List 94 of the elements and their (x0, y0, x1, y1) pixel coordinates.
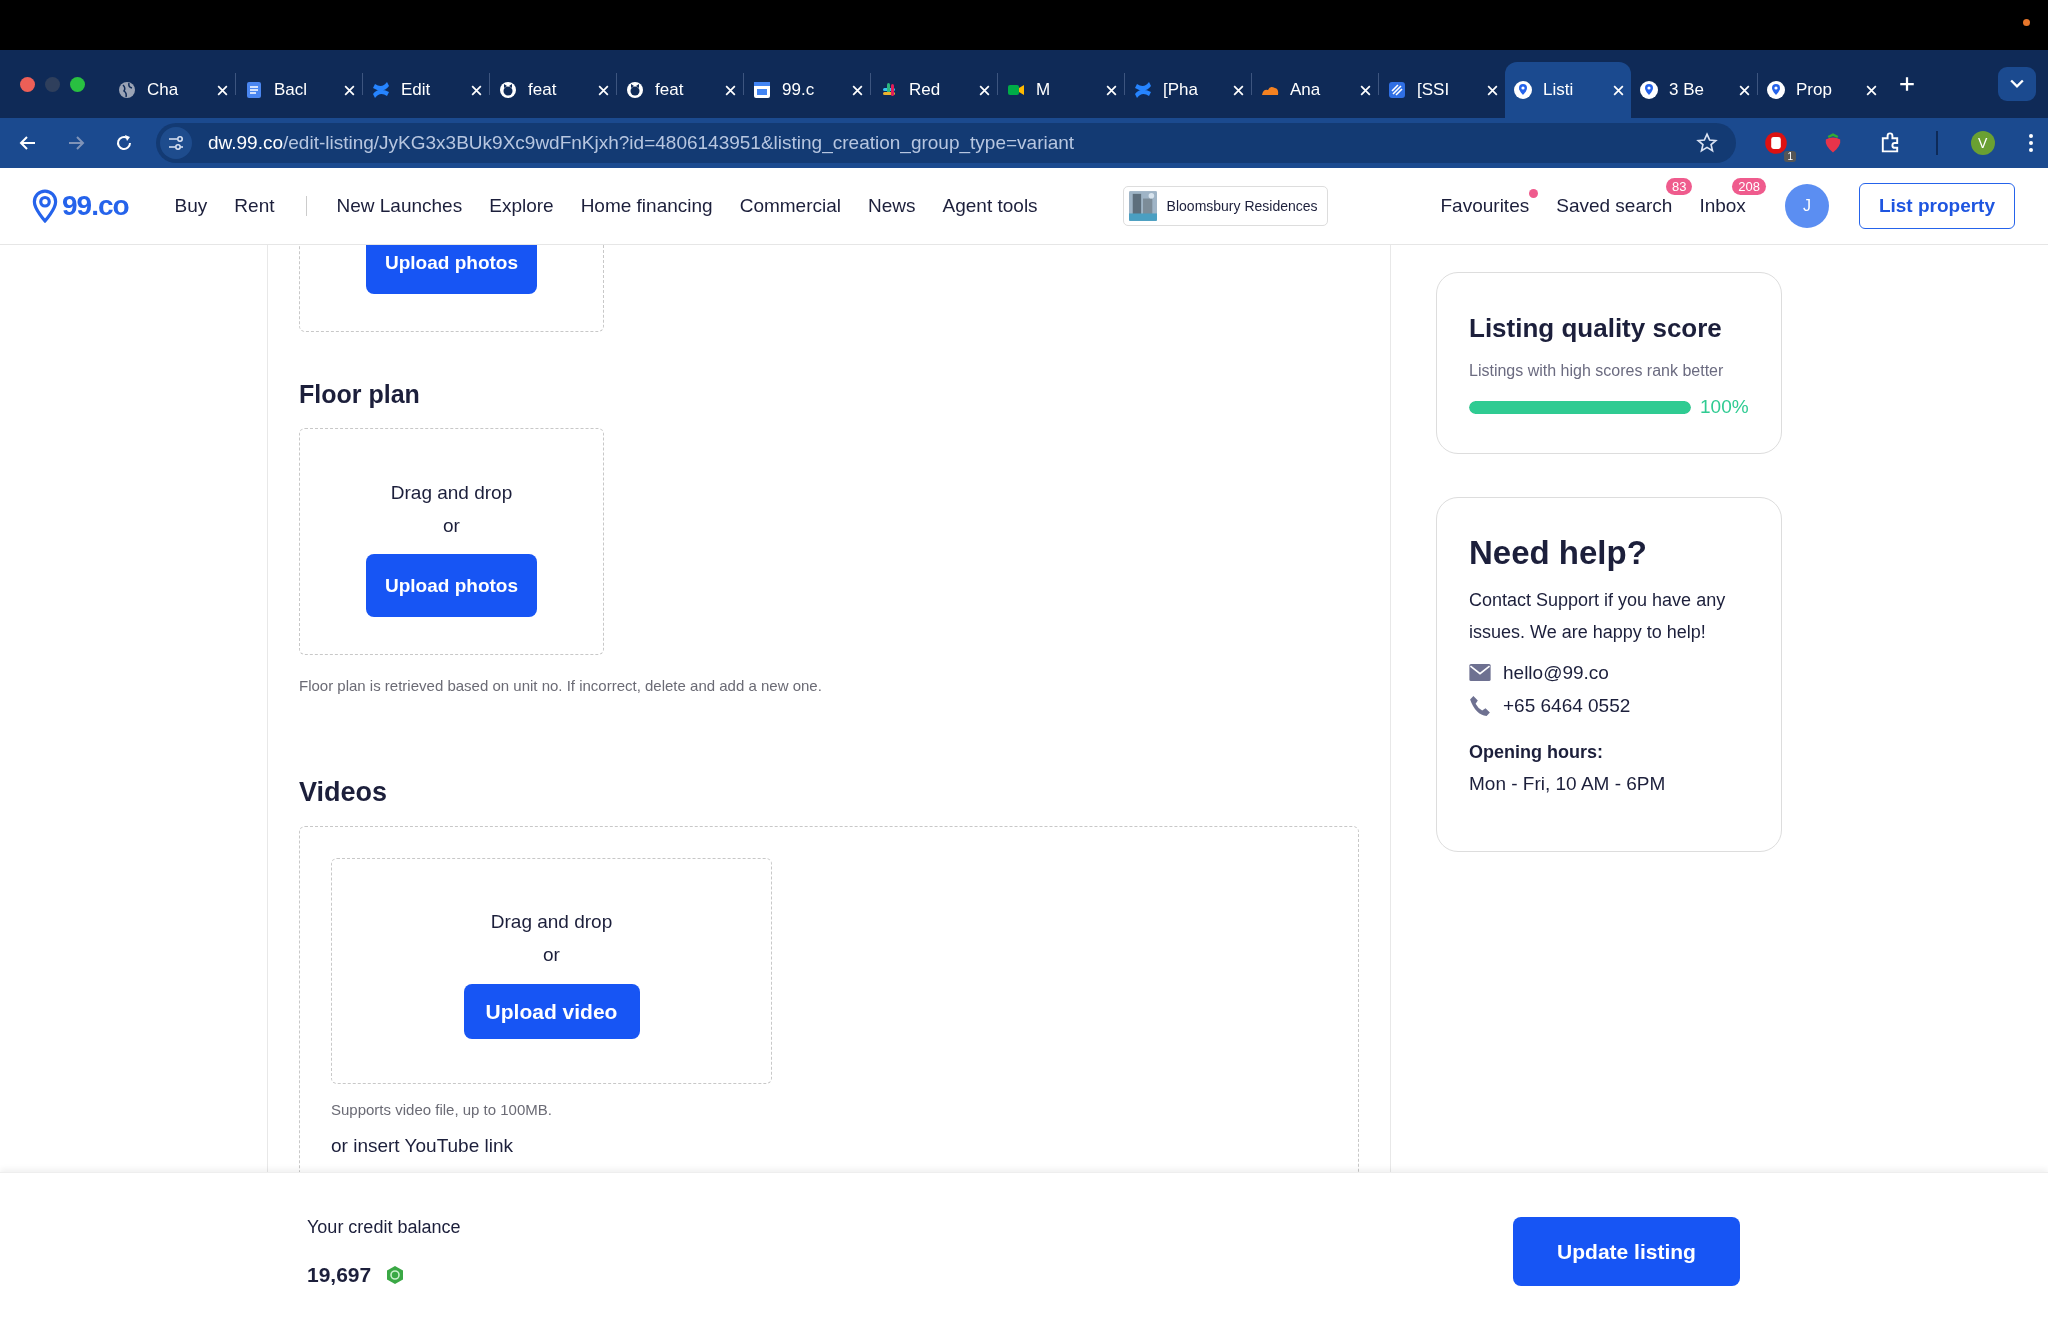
close-icon[interactable] (343, 83, 356, 97)
calendar-icon (752, 80, 772, 100)
close-icon[interactable] (470, 83, 483, 97)
close-icon[interactable] (597, 83, 610, 97)
chevron-down-icon (2010, 79, 2024, 89)
or-text: or (443, 514, 460, 538)
browser-tab[interactable]: M (998, 62, 1124, 118)
nav-link[interactable]: Commercial (739, 195, 841, 217)
cat-icon (498, 80, 518, 100)
drop-text: Drag and drop (390, 481, 513, 505)
count-badge: 208 (1732, 178, 1766, 195)
mail-icon (1469, 664, 1491, 681)
floor-plan-note: Floor plan is retrieved based on unit no. If incorrect, delete and add a new one. (299, 677, 823, 694)
project-chip[interactable]: Bloomsbury Residences (1122, 186, 1328, 226)
close-icon[interactable] (1105, 83, 1118, 97)
browser-tab[interactable]: Listi (1505, 62, 1631, 118)
inbox-link[interactable]: Inbox (1699, 195, 1746, 216)
upload-photos-button[interactable]: Upload photos (366, 554, 537, 617)
nav-link[interactable]: New Launches (336, 195, 463, 217)
drop-zone[interactable]: Drag and drop or Upload photos (299, 428, 604, 655)
drop-zone[interactable]: Drag and drop or Upload video (331, 858, 772, 1084)
nav-link[interactable]: Agent tools (942, 195, 1038, 217)
browser-tab[interactable]: Edit (363, 62, 489, 118)
saved-search-link[interactable]: Saved search (1556, 195, 1673, 216)
status-dot (2023, 19, 2030, 26)
sliders-icon[interactable] (166, 133, 186, 153)
close-icon[interactable] (1612, 83, 1625, 97)
hours-text: Mon - Fri, 10 AM - 6PM (1469, 772, 1667, 796)
nav-link[interactable]: Home financing (580, 195, 713, 217)
nav-link[interactable]: Buy (174, 195, 208, 217)
globe-icon (117, 80, 137, 100)
browser-tab[interactable]: feat (617, 62, 743, 118)
close-icon[interactable] (1232, 83, 1245, 97)
browser-tab[interactable]: Prop (1758, 62, 1884, 118)
browser-tab[interactable]: Cha (109, 62, 235, 118)
card-title: Need help? (1469, 534, 1648, 572)
extension-badge: 1 (1784, 151, 1796, 162)
tab-menu-button[interactable] (1998, 67, 2036, 101)
close-icon[interactable] (978, 83, 991, 97)
close-icon[interactable] (1359, 83, 1372, 97)
close-icon[interactable] (1486, 83, 1499, 97)
pin-icon (1766, 80, 1786, 100)
browser-tab[interactable]: Bacl (236, 62, 362, 118)
pin-icon (1513, 80, 1533, 100)
coin-icon (385, 1264, 406, 1285)
card-title: Listing quality score (1469, 313, 1723, 344)
star-icon[interactable] (1696, 132, 1718, 154)
section-title: Videos (299, 776, 389, 809)
nav-link[interactable]: Explore (489, 195, 554, 217)
close-icon[interactable] (1738, 83, 1751, 97)
browser-tab[interactable]: [SSI (1379, 62, 1505, 118)
document-icon (244, 80, 264, 100)
favourites-link[interactable]: Favourites (1440, 195, 1530, 216)
close-icon[interactable] (724, 83, 737, 97)
new-tab-icon[interactable] (1898, 75, 1916, 93)
browser-tab[interactable]: 3 Be (1631, 62, 1757, 118)
browser-tab[interactable]: Red (871, 62, 997, 118)
browser-tab[interactable]: feat (490, 62, 616, 118)
drop-text: Drag and drop (490, 910, 613, 934)
close-icon[interactable] (1865, 83, 1878, 97)
address-field[interactable]: dw.99.co/edit-listing/JyKG3x3BUk9Xc9wdFnKjxh?id=4806143951&listing_creation_group_type=variant (156, 123, 1736, 163)
nav-link[interactable]: News (868, 195, 916, 217)
email-text[interactable]: hello@99.co (1503, 661, 1609, 684)
cat-icon (625, 80, 645, 100)
close-icon[interactable] (216, 83, 229, 97)
cross-icon (371, 80, 391, 100)
or-text: or (543, 943, 560, 967)
list-property-button[interactable]: List property (1858, 183, 2015, 229)
update-listing-button[interactable]: Update listing (1513, 1217, 1740, 1286)
phone-icon (1469, 694, 1491, 717)
reload-icon[interactable] (114, 133, 134, 153)
score-value: 100% (1700, 396, 1749, 418)
upload-photos-button[interactable]: Upload photos (366, 245, 537, 294)
help-text: Contact Support if you have any issues. We are happy to help! (1469, 589, 1727, 644)
browser-tab[interactable]: 99.c (744, 62, 870, 118)
youtube-label: or insert YouTube link (331, 1135, 515, 1157)
cross-icon (1133, 80, 1153, 100)
credit-label: Your credit balance (307, 1216, 461, 1238)
browser-tab[interactable]: [Pha (1125, 62, 1251, 118)
card-subtitle: Listings with high scores rank better (1469, 362, 1725, 380)
phone-text[interactable]: +65 6464 0552 (1503, 694, 1631, 717)
more-icon[interactable] (2027, 132, 2034, 154)
hours-label: Opening hours: (1469, 741, 1604, 764)
close-icon[interactable] (851, 83, 864, 97)
logo[interactable]: 99.co (62, 190, 129, 222)
nav-link[interactable]: Rent (234, 195, 275, 217)
browser-tab[interactable]: Ana (1252, 62, 1378, 118)
video-hint: Supports video file, up to 100MB. (331, 1101, 553, 1118)
credit-value: 19,697 (307, 1262, 372, 1287)
pin-icon (1639, 80, 1659, 100)
section-title: Floor plan (299, 379, 421, 410)
count-badge: 83 (1665, 178, 1693, 195)
upload-video-button[interactable]: Upload video (463, 984, 640, 1039)
location-pin-icon[interactable] (32, 189, 58, 223)
